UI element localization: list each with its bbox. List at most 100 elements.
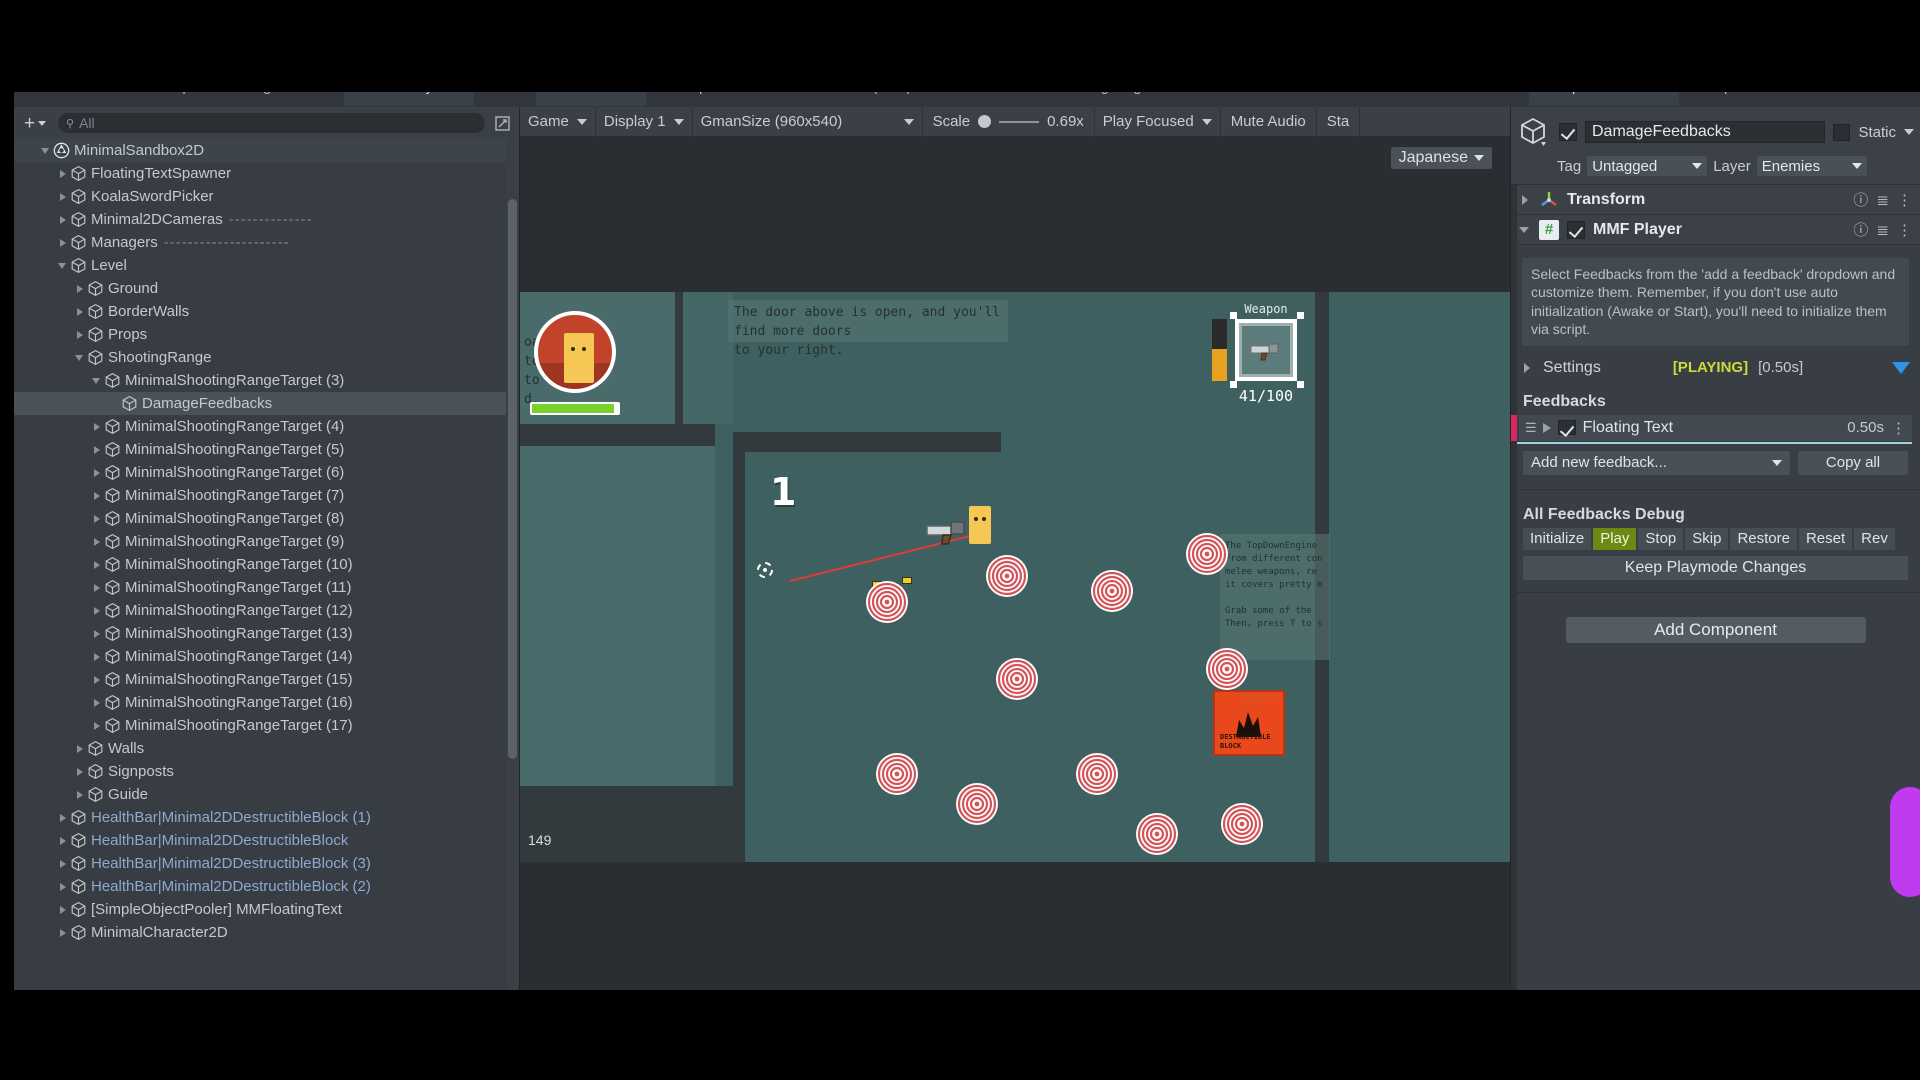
chevron-right-icon[interactable] (57, 880, 70, 893)
tab-inspector-3[interactable]: Inspector (1704, 92, 1766, 104)
tab-game[interactable]: Game (559, 92, 600, 104)
component-header-mmf-player[interactable]: # MMF Player ⓘ ≣ ⋮ (1511, 215, 1920, 245)
hierarchy-tree[interactable]: MinimalSandbox2D FloatingTextSpawner Koala… (14, 139, 519, 990)
gameobject-enabled-checkbox[interactable] (1559, 123, 1577, 141)
layer-dropdown[interactable]: Enemies (1756, 156, 1867, 176)
chevron-right-icon[interactable] (91, 420, 104, 433)
hierarchy-scrollbar-track[interactable] (506, 139, 519, 990)
chevron-right-icon[interactable] (57, 213, 70, 226)
chevron-right-icon[interactable] (74, 765, 87, 778)
hierarchy-item[interactable]: FloatingTextSpawner (14, 162, 519, 185)
hierarchy-item[interactable]: Walls (14, 737, 519, 760)
debug-button-play[interactable]: Play (1593, 527, 1637, 550)
tab-occlusion[interactable]: Occlusion (954, 92, 1020, 104)
help-icon[interactable]: ⓘ (1853, 219, 1868, 240)
tab-pi[interactable]: PI (1839, 92, 1853, 104)
hierarchy-item[interactable]: HealthBar|Minimal2DDestructibleBlock (14, 829, 519, 852)
kebab-menu-icon[interactable]: ⋮ (1897, 191, 1912, 209)
destructible-block[interactable]: STANDOUT DESTRUCTIBLE BLOCK (1213, 690, 1285, 756)
help-icon[interactable]: ⓘ (1853, 189, 1868, 210)
chevron-right-icon[interactable] (91, 604, 104, 617)
shooting-range-target[interactable] (1220, 802, 1264, 846)
chevron-down-icon[interactable] (1904, 129, 1914, 135)
chevron-down-icon[interactable] (57, 259, 70, 272)
debug-button-skip[interactable]: Skip (1685, 527, 1729, 550)
tab-dialogue[interactable]: Dialogue (229, 92, 288, 104)
hierarchy-item[interactable]: Minimal2DCameras -------------- (14, 208, 519, 231)
hierarchy-item[interactable]: MinimalShootingRangeTarget (6) (14, 461, 519, 484)
hierarchy-item[interactable]: MinimalShootingRangeTarget (5) (14, 438, 519, 461)
chevron-right-icon[interactable] (57, 857, 70, 870)
add-new-feedback-dropdown[interactable]: Add new feedback... (1523, 450, 1790, 475)
hierarchy-item[interactable]: MinimalShootingRangeTarget (4) (14, 415, 519, 438)
stats-button[interactable]: Sta (1317, 106, 1361, 137)
hierarchy-item[interactable]: HealthBar|Minimal2DDestructibleBlock (1) (14, 806, 519, 829)
chevron-right-icon[interactable] (91, 489, 104, 502)
chevron-right-icon[interactable] (57, 834, 70, 847)
chevron-right-icon[interactable] (57, 903, 70, 916)
chevron-right-icon[interactable] (1521, 362, 1533, 374)
static-checkbox[interactable] (1833, 123, 1851, 141)
chevron-down-icon[interactable] (1519, 224, 1531, 236)
chevron-right-icon[interactable] (57, 811, 70, 824)
mmf-player-enabled-checkbox[interactable] (1567, 220, 1585, 239)
component-header-transform[interactable]: Transform ⓘ ≣ ⋮ (1511, 185, 1920, 215)
hierarchy-item[interactable]: MinimalShootingRangeTarget (13) (14, 622, 519, 645)
chevron-right-icon[interactable] (74, 282, 87, 295)
hierarchy-item-selected[interactable]: DamageFeedbacks (14, 392, 519, 415)
shooting-range-target[interactable] (1185, 532, 1229, 576)
hierarchy-item[interactable]: MinimalShootingRangeTarget (3) (14, 369, 519, 392)
debug-button-restore[interactable]: Restore (1730, 527, 1797, 550)
hierarchy-item[interactable]: MinimalCharacter2D (14, 921, 519, 944)
gameobject-name-field[interactable]: DamageFeedbacks (1585, 121, 1826, 143)
chevron-right-icon[interactable] (91, 443, 104, 456)
shooting-range-target[interactable] (1075, 752, 1119, 796)
feedback-item[interactable]: ☰ Floating Text 0.50s ⋮ (1511, 414, 1912, 444)
chevron-down-icon[interactable] (40, 144, 53, 157)
hierarchy-scrollbar-thumb[interactable] (508, 199, 517, 759)
game-view-body[interactable]: Japanese The door above is open, and you… (520, 137, 1510, 990)
hierarchy-item[interactable]: MinimalShootingRangeTarget (9) (14, 530, 519, 553)
chevron-right-icon[interactable] (1519, 194, 1531, 206)
tab-fps[interactable]: 1 / 1 (FPS) (839, 92, 912, 104)
chevron-right-icon[interactable] (91, 650, 104, 663)
tag-dropdown[interactable]: Untagged (1587, 156, 1708, 176)
feedback-play-icon[interactable] (1542, 422, 1551, 433)
debug-button-reset[interactable]: Reset (1798, 527, 1853, 550)
mmf-settings-row[interactable]: Settings [PLAYING] [0.50s] (1511, 353, 1920, 383)
hierarchy-options-icon[interactable] (491, 113, 513, 133)
play-mode-dropdown[interactable]: Play Focused (1095, 106, 1221, 137)
chevron-right-icon[interactable] (74, 305, 87, 318)
chevron-right-icon[interactable] (91, 581, 104, 594)
tab-hierarchy[interactable]: Hierarchy (369, 92, 433, 104)
preset-icon[interactable]: ≣ (1876, 191, 1889, 209)
debug-button-stop[interactable]: Stop (1638, 527, 1684, 550)
hierarchy-item[interactable]: MinimalShootingRangeTarget (15) (14, 668, 519, 691)
hierarchy-item[interactable]: MinimalShootingRangeTarget (8) (14, 507, 519, 530)
tab-lighting-2d[interactable]: Lighting 2D (1089, 92, 1165, 104)
hierarchy-item[interactable]: Level (14, 254, 519, 277)
language-selector[interactable]: Japanese (1390, 147, 1492, 169)
feedback-enabled-checkbox[interactable] (1557, 420, 1576, 436)
chevron-down-icon[interactable] (91, 374, 104, 387)
tab-inspector-1[interactable]: Inspector (679, 92, 741, 104)
chevron-right-icon[interactable] (57, 190, 70, 203)
hierarchy-item[interactable]: Managers --------------------- (14, 231, 519, 254)
add-component-button[interactable]: Add Component (1565, 616, 1866, 643)
chevron-right-icon[interactable] (74, 788, 87, 801)
hierarchy-item[interactable]: MinimalShootingRangeTarget (17) (14, 714, 519, 737)
shooting-range-target[interactable] (1205, 647, 1249, 691)
chevron-right-icon[interactable] (74, 742, 87, 755)
hierarchy-item[interactable]: MinimalShootingRangeTarget (11) (14, 576, 519, 599)
scale-slider[interactable]: Scale 0.69x (923, 106, 1095, 137)
tab-addressables-groups[interactable]: Addressables Groups (54, 92, 198, 104)
hierarchy-item[interactable]: Guide (14, 783, 519, 806)
kebab-menu-icon[interactable]: ⋮ (1891, 419, 1906, 437)
add-gameobject-button[interactable]: + (20, 112, 50, 134)
hierarchy-item[interactable]: MinimalShootingRangeTarget (16) (14, 691, 519, 714)
debug-button-rev[interactable]: Rev (1854, 527, 1895, 550)
scale-slider-knob[interactable] (978, 115, 992, 128)
preset-icon[interactable]: ≣ (1876, 221, 1889, 239)
chevron-right-icon[interactable] (91, 673, 104, 686)
caret-blue-icon[interactable] (1892, 361, 1910, 374)
